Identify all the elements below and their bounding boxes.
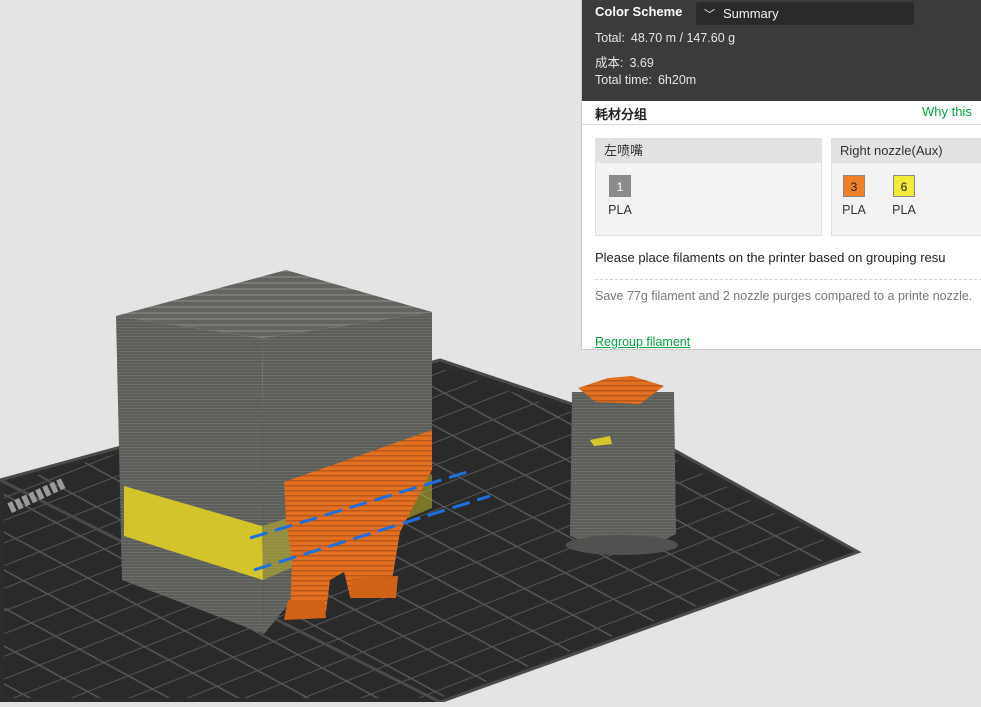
slice-summary-panel: Color Scheme ﹀ Summary Total: 48.70 m / 14… <box>581 0 981 350</box>
total-label: Total: <box>595 31 625 45</box>
left-nozzle-card: 左喷嘴 1 PLA <box>595 138 822 236</box>
tower-model-base <box>566 535 678 555</box>
cost-value: 3.69 <box>629 56 654 70</box>
why-this-link[interactable]: Why this <box>922 104 972 119</box>
filament-type: PLA <box>842 203 866 217</box>
filament-slot-6[interactable]: 6 PLA <box>890 175 918 217</box>
summary-header: Color Scheme ﹀ Summary Total: 48.70 m / 14… <box>582 0 981 101</box>
color-scheme-label: Color Scheme <box>595 4 683 19</box>
right-nozzle-card: Right nozzle(Aux) 3 PLA 6 PLA <box>831 138 981 236</box>
savings-note: Save 77g filament and 2 nozzle purges co… <box>595 289 973 303</box>
regroup-filament-link[interactable]: Regroup filament <box>595 335 690 349</box>
cost-stat: 成本: 3.69 <box>595 52 654 71</box>
chevron-down-icon: ﹀ <box>704 9 715 21</box>
support-base-right <box>350 576 398 598</box>
filament-swatch: 1 <box>609 175 631 197</box>
time-label: Total time: <box>595 73 652 87</box>
tower-model-body <box>570 392 676 550</box>
filament-slot-3[interactable]: 3 PLA <box>840 175 868 217</box>
dashed-divider <box>595 279 981 280</box>
time-value: 6h20m <box>657 73 697 87</box>
filament-type: PLA <box>608 203 632 217</box>
time-stat: Total time: 6h20m <box>595 73 696 87</box>
filament-swatch: 6 <box>893 175 915 197</box>
filament-type: PLA <box>892 203 916 217</box>
color-scheme-select[interactable]: ﹀ Summary <box>696 2 914 25</box>
support-base-left <box>284 600 326 620</box>
filament-slot-1[interactable]: 1 PLA <box>606 175 634 217</box>
filament-swatch: 3 <box>843 175 865 197</box>
filament-grouping-title: 耗材分组 <box>595 107 648 122</box>
color-scheme-value: Summary <box>723 6 779 21</box>
left-nozzle-title: 左喷嘴 <box>596 139 821 163</box>
right-nozzle-title: Right nozzle(Aux) <box>832 139 981 163</box>
section-divider <box>582 124 981 125</box>
total-stat: Total: 48.70 m / 147.60 g <box>595 31 735 45</box>
placement-note: Please place filaments on the printer ba… <box>595 250 946 265</box>
cost-label: 成本: <box>595 56 624 70</box>
total-value: 48.70 m / 147.60 g <box>630 31 736 45</box>
